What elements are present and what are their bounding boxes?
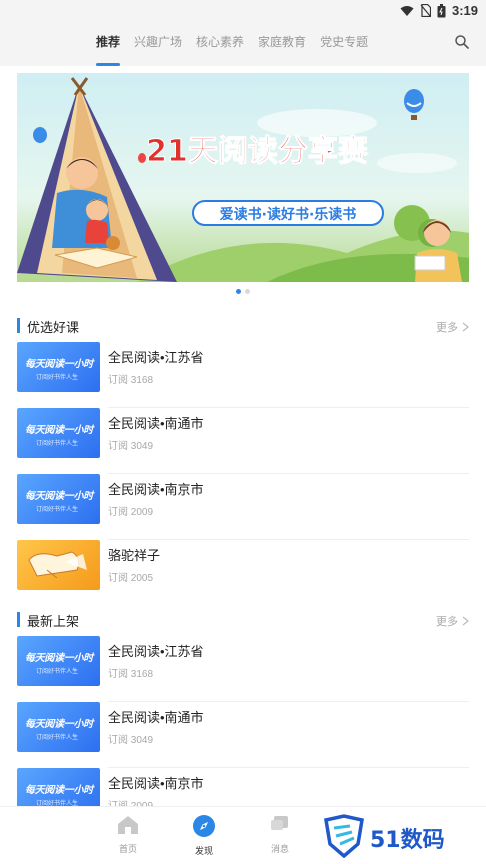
thumbnail-line1: 每天阅读一小时 — [25, 359, 93, 370]
course-row[interactable]: 每天阅读一小时 订阅好书伴人生 全民阅读•江苏省 订阅 3168 — [17, 342, 469, 408]
subscription-count: 订阅 3049 — [108, 441, 154, 452]
carousel-dot[interactable] — [245, 289, 250, 294]
camel-illustration — [28, 551, 87, 579]
course-thumbnail: 每天阅读一小时 订阅好书伴人生 — [17, 474, 100, 524]
thumbnail-line1: 每天阅读一小时 — [25, 653, 93, 664]
shield-logo-icon — [324, 814, 364, 858]
chevron-right-icon — [462, 322, 469, 332]
nav-home-label: 首页 — [118, 844, 137, 854]
compass-icon — [193, 815, 215, 837]
course-title: 全民阅读•江苏省 — [108, 350, 204, 365]
tab-core-literacy[interactable]: 核心素养 — [196, 22, 244, 66]
course-thumbnail: 每天阅读一小时 订阅好书伴人生 — [17, 408, 100, 458]
thumbnail-line1: 每天阅读一小时 — [25, 425, 93, 436]
course-row[interactable]: 每天阅读一小时 订阅好书伴人生 全民阅读•南通市 订阅 3049 — [17, 408, 469, 474]
thumbnail-line1: 每天阅读一小时 — [25, 719, 93, 730]
course-row[interactable]: 每天阅读一小时 订阅好书伴人生 全民阅读•南京市 订阅 2009 — [17, 474, 469, 540]
thumbnail-line2: 订阅好书伴人生 — [36, 507, 79, 513]
section-accent-bar — [17, 318, 20, 333]
course-thumbnail: 每天阅读一小时 订阅好书伴人生 — [17, 342, 100, 392]
thumbnail-line2: 订阅好书伴人生 — [36, 375, 79, 381]
status-icons: 3:19 — [400, 3, 478, 18]
chevron-right-icon — [462, 616, 469, 626]
course-row[interactable]: 每天阅读一小时 订阅好书伴人生 全民阅读•南通市 订阅 3049 — [17, 702, 469, 768]
section-title: 最新上架 — [27, 614, 80, 629]
tab-party-history[interactable]: 党史专题 — [320, 22, 368, 66]
course-row[interactable]: 骆驼祥子 订阅 2005 — [17, 540, 469, 606]
section-header-new: 最新上架 更多 — [17, 610, 469, 630]
wifi-icon — [400, 5, 414, 16]
course-title: 骆驼祥子 — [108, 548, 161, 563]
thumbnail-line1: 每天阅读一小时 — [25, 785, 93, 796]
course-title: 全民阅读•南通市 — [108, 416, 204, 431]
no-sim-icon — [420, 4, 431, 17]
nav-discover-label: 发现 — [194, 846, 213, 856]
status-time: 3:19 — [451, 3, 478, 18]
carousel-dot-active[interactable] — [236, 289, 241, 294]
carousel-dots — [0, 289, 486, 294]
more-link[interactable]: 更多 — [436, 319, 469, 335]
course-title: 全民阅读•南京市 — [108, 482, 204, 497]
course-thumbnail: 每天阅读一小时 订阅好书伴人生 — [17, 636, 100, 686]
subscription-count: 订阅 3168 — [108, 669, 154, 680]
more-label: 更多 — [436, 616, 458, 628]
status-bar: 3:19 — [0, 0, 486, 22]
section-header-featured: 优选好课 更多 — [17, 316, 469, 336]
banner-subtitle: 爱读书·读好书·乐读书 — [220, 206, 357, 223]
watermark-logo: 51数码 — [322, 812, 462, 862]
section-title: 优选好课 — [27, 320, 80, 335]
message-icon — [271, 816, 288, 830]
subscription-count: 订阅 2009 — [108, 507, 154, 518]
subscription-count: 订阅 2005 — [108, 573, 154, 584]
tab-family-education[interactable]: 家庭教育 — [258, 22, 306, 66]
watermark-text: 51数码 — [370, 828, 445, 853]
category-tabs: 推荐 兴趣广场 核心素养 家庭教育 党史专题 — [96, 22, 368, 66]
promo-banner[interactable]: 21天阅读分享赛 爱读书·读好书·乐读书 — [17, 73, 469, 282]
course-row[interactable]: 每天阅读一小时 订阅好书伴人生 全民阅读•江苏省 订阅 3168 — [17, 636, 469, 702]
course-title: 全民阅读•南京市 — [108, 776, 204, 791]
battery-icon — [437, 3, 446, 17]
thumbnail-line2: 订阅好书伴人生 — [36, 669, 79, 675]
top-tab-bar: 推荐 兴趣广场 核心素养 家庭教育 党史专题 — [0, 22, 486, 66]
nav-discover[interactable]: 发现 — [179, 815, 229, 857]
subscription-count: 订阅 3049 — [108, 735, 154, 746]
course-thumbnail — [17, 540, 100, 590]
thumbnail-line1: 每天阅读一小时 — [25, 491, 93, 502]
course-title: 全民阅读•南通市 — [108, 710, 204, 725]
banner-illustration: 21天阅读分享赛 爱读书·读好书·乐读书 — [17, 77, 469, 282]
more-label: 更多 — [436, 322, 458, 334]
subscription-count: 订阅 3168 — [108, 375, 154, 386]
tab-interest-square[interactable]: 兴趣广场 — [134, 22, 182, 66]
search-icon[interactable] — [454, 34, 470, 50]
course-title: 全民阅读•江苏省 — [108, 644, 204, 659]
banner-title: 21天阅读分享赛 — [146, 134, 369, 169]
nav-home[interactable]: 首页 — [103, 815, 153, 855]
nav-messages-label: 消息 — [270, 844, 289, 854]
home-icon — [118, 816, 138, 834]
section-accent-bar — [17, 612, 20, 627]
thumbnail-line2: 订阅好书伴人生 — [36, 735, 79, 741]
nav-messages[interactable]: 消息 — [255, 815, 305, 855]
balloon-icon — [404, 89, 424, 120]
more-link[interactable]: 更多 — [436, 613, 469, 629]
course-thumbnail: 每天阅读一小时 订阅好书伴人生 — [17, 702, 100, 752]
tab-recommended[interactable]: 推荐 — [96, 22, 121, 66]
thumbnail-line2: 订阅好书伴人生 — [36, 441, 79, 447]
